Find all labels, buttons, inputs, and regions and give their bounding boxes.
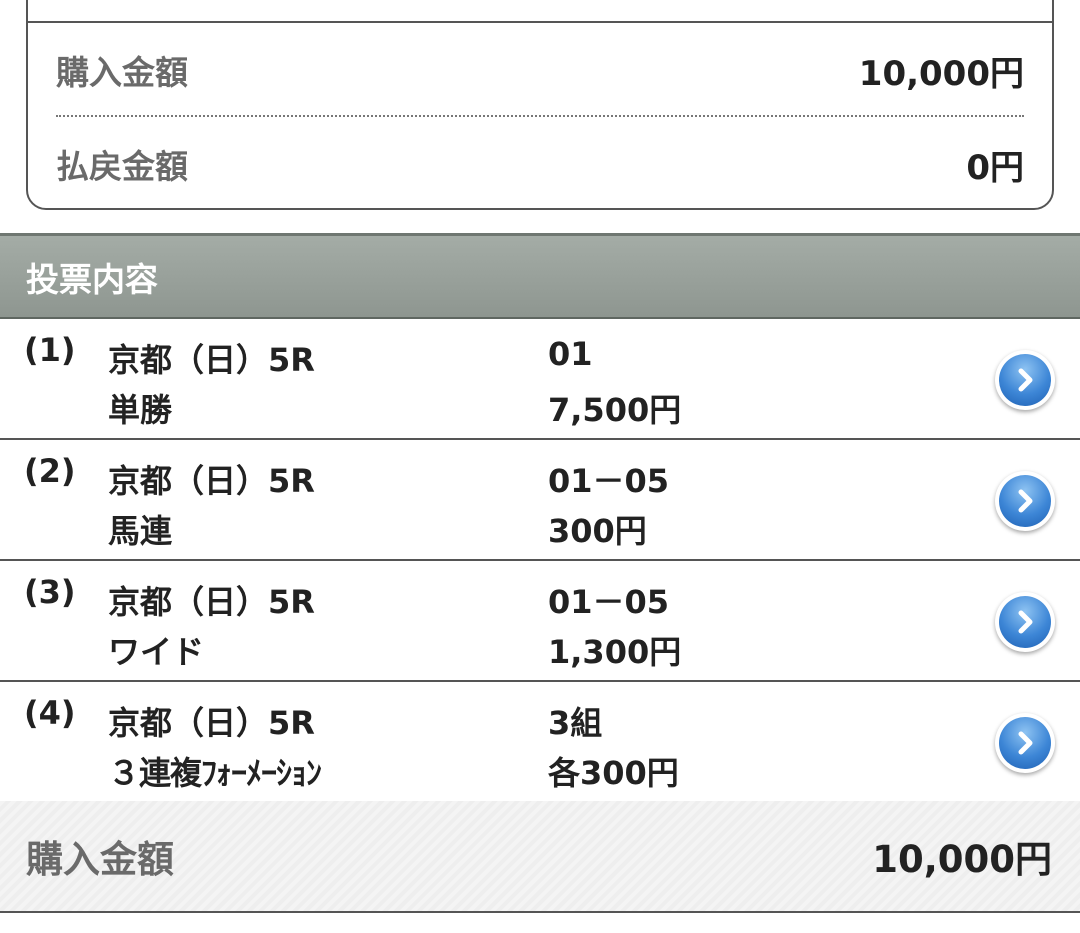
- payout-amount-label: 払戻金額: [56, 147, 188, 186]
- payout-amount-row: 払戻金額 0円: [56, 134, 1024, 194]
- section-title: 投票内容: [26, 259, 158, 299]
- bet-combination: 01: [548, 335, 593, 373]
- chevron-right-glyph: [1018, 489, 1033, 513]
- dotted-divider: [56, 115, 1024, 117]
- chevron-right-circle-icon[interactable]: [995, 592, 1055, 652]
- total-purchase-label: 購入金額: [26, 838, 174, 881]
- bet-venue: 京都（日）5R: [108, 462, 315, 500]
- bet-row-2[interactable]: (2) 京都（日）5R 馬連 01－05 300円: [0, 440, 1080, 561]
- section-header: 投票内容: [0, 233, 1080, 319]
- summary-card: 購入金額 10,000円 払戻金額 0円: [26, 0, 1054, 210]
- bet-index: (4): [24, 694, 76, 732]
- card-divider: [28, 21, 1052, 23]
- bet-type: 馬連: [108, 512, 173, 550]
- payout-amount-value: 0円: [966, 147, 1024, 188]
- bet-combination: 3組: [548, 704, 603, 742]
- bet-list: (1) 京都（日）5R 単勝 01 7,500円 (2) 京都（日）5R 馬連 …: [0, 319, 1080, 803]
- bet-combination: 01－05: [548, 462, 670, 500]
- bet-amount: 各300円: [548, 754, 679, 792]
- bet-combination: 01－05: [548, 583, 670, 621]
- chevron-right-circle-icon[interactable]: [995, 713, 1055, 773]
- total-purchase-value: 10,000円: [872, 838, 1052, 881]
- chevron-right-glyph: [1018, 610, 1033, 634]
- bet-type: 単勝: [108, 391, 173, 429]
- bet-row-3[interactable]: (3) 京都（日）5R ワイド 01－05 1,300円: [0, 561, 1080, 682]
- chevron-right-glyph: [1018, 368, 1033, 392]
- chevron-right-glyph: [1018, 731, 1033, 755]
- purchase-amount-value: 10,000円: [858, 53, 1024, 94]
- bet-index: (1): [24, 331, 76, 369]
- bet-index: (2): [24, 452, 76, 490]
- bet-amount: 300円: [548, 512, 647, 550]
- purchase-amount-label: 購入金額: [56, 53, 188, 92]
- total-bar: 購入金額 10,000円: [0, 801, 1080, 913]
- bet-type: ワイド: [108, 633, 205, 671]
- bet-amount: 7,500円: [548, 391, 682, 429]
- bet-row-1[interactable]: (1) 京都（日）5R 単勝 01 7,500円: [0, 319, 1080, 440]
- bet-venue: 京都（日）5R: [108, 341, 315, 379]
- purchase-amount-row: 購入金額 10,000円: [56, 40, 1024, 100]
- bet-venue: 京都（日）5R: [108, 583, 315, 621]
- bet-amount: 1,300円: [548, 633, 682, 671]
- chevron-right-circle-icon[interactable]: [995, 350, 1055, 410]
- bet-type: ３連複ﾌｫｰﾒｰｼｮﾝ: [108, 754, 322, 792]
- bet-row-4[interactable]: (4) 京都（日）5R ３連複ﾌｫｰﾒｰｼｮﾝ 3組 各300円: [0, 682, 1080, 803]
- chevron-right-circle-icon[interactable]: [995, 471, 1055, 531]
- bet-index: (3): [24, 573, 76, 611]
- bet-venue: 京都（日）5R: [108, 704, 315, 742]
